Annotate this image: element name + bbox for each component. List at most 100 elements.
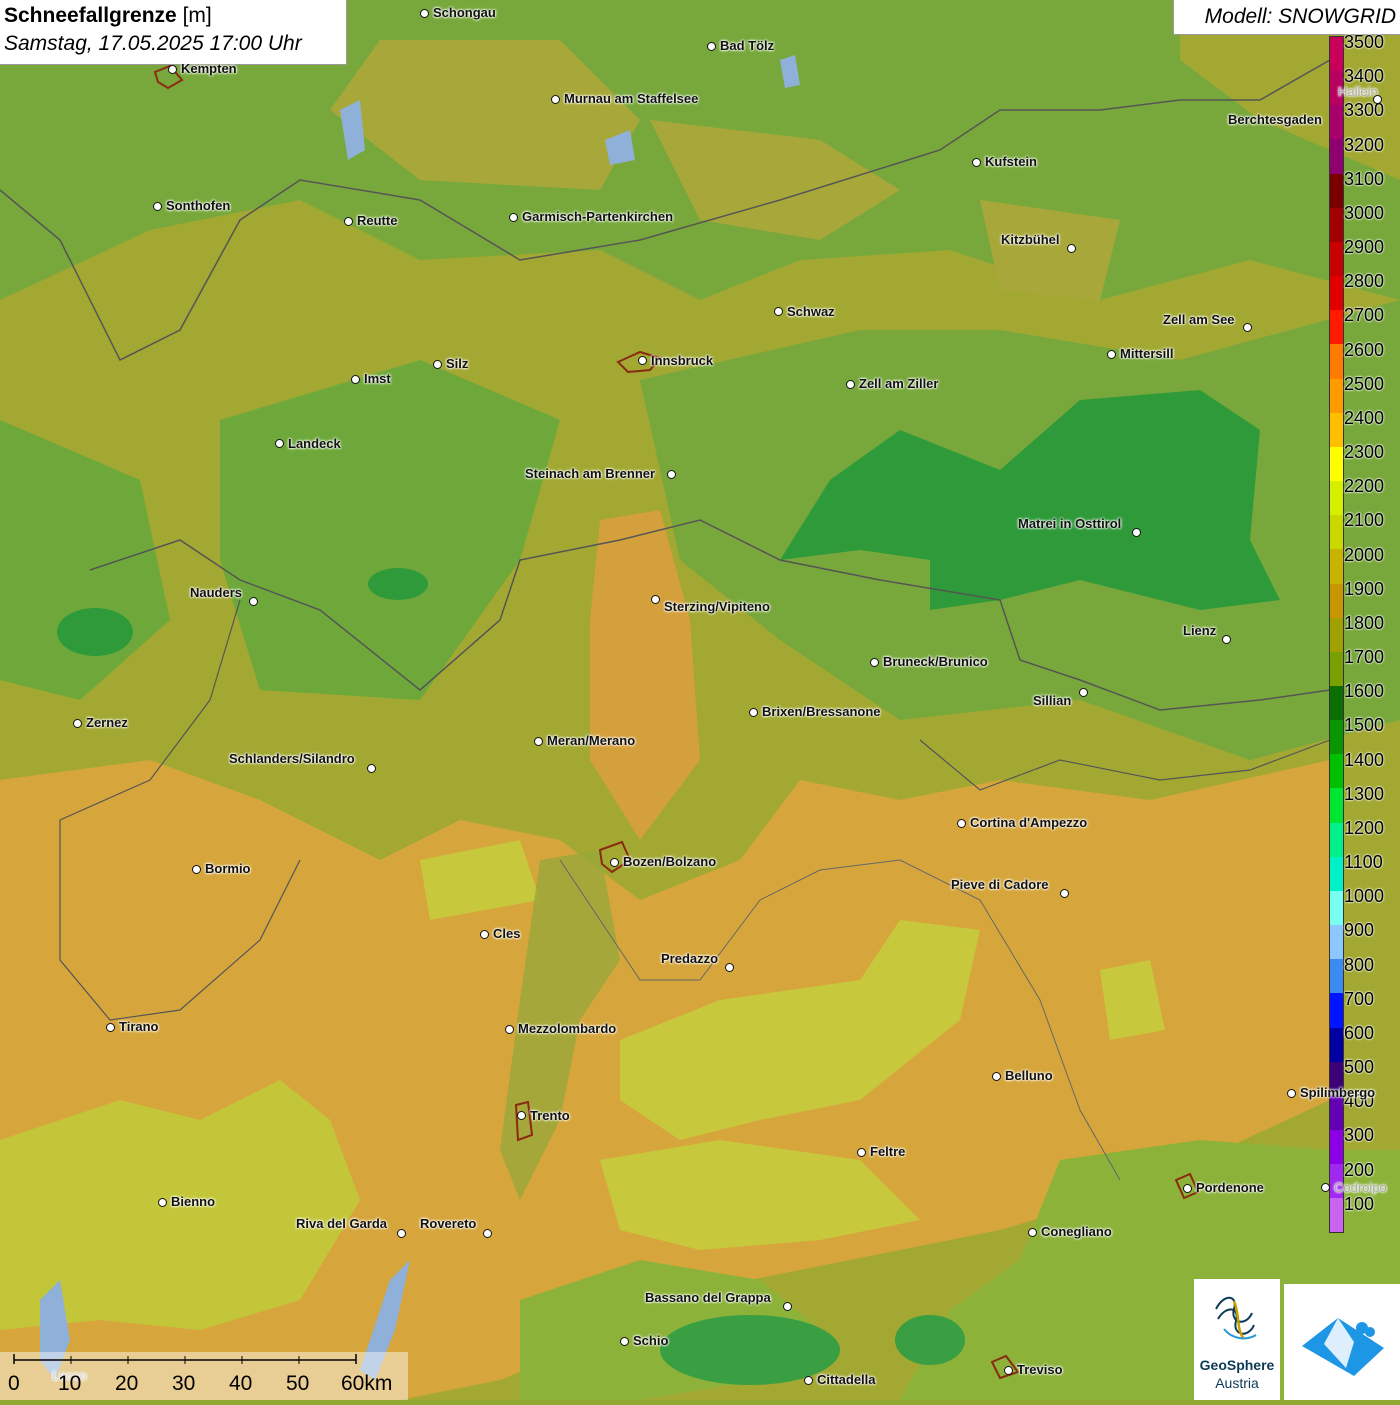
legend-color-cell xyxy=(1330,890,1343,926)
legend-label: 1500 xyxy=(1344,715,1385,736)
scale-label: 40 xyxy=(229,1372,253,1395)
city-label: Landeck xyxy=(288,436,341,451)
legend-label: 2800 xyxy=(1344,271,1385,292)
legend-label: 2100 xyxy=(1344,510,1385,531)
city-label: Imst xyxy=(364,371,391,386)
legend-label: 1100 xyxy=(1344,852,1383,873)
legend-label: 3100 xyxy=(1344,168,1385,189)
city-label: Schwaz xyxy=(787,304,835,319)
city-label: Innsbruck xyxy=(651,353,714,368)
city-label: Belluno xyxy=(1005,1068,1053,1083)
geosphere-swirl-icon xyxy=(1215,1296,1257,1340)
city-label: Berchtesgaden xyxy=(1228,112,1322,127)
legend-color-cell xyxy=(1330,276,1343,311)
city-label: Bruneck/Brunico xyxy=(883,654,988,669)
legend-color-cell xyxy=(1330,344,1343,379)
city-label: Predazzo xyxy=(661,951,719,966)
legend-label: 1200 xyxy=(1344,817,1385,838)
city-label: Rovereto xyxy=(420,1216,477,1231)
city-label: Feltre xyxy=(870,1144,906,1159)
legend-color-cell xyxy=(1330,788,1343,823)
scale-bar: 0 10 20 30 40 50 60km xyxy=(0,1352,408,1400)
legend-color-cell xyxy=(1330,754,1343,789)
legend-color-cell xyxy=(1330,925,1343,960)
legend-color-cell xyxy=(1330,173,1343,208)
scale-label: 10 xyxy=(58,1372,82,1395)
city-label: Sonthofen xyxy=(166,198,231,213)
legend-label: 2500 xyxy=(1344,373,1385,394)
legend-label: 1800 xyxy=(1344,612,1385,633)
city-label: Hallein xyxy=(1338,84,1378,99)
legend-label: 200 xyxy=(1344,1159,1375,1180)
model-box: Modell: SNOWGRID xyxy=(1173,0,1400,35)
city-label: Schio xyxy=(633,1333,669,1348)
legend-label: 600 xyxy=(1344,1022,1375,1043)
legend-color-cell xyxy=(1330,549,1343,584)
legend-color-cell xyxy=(1330,310,1343,345)
map-dark-green-region xyxy=(368,568,428,600)
city-label: Silz xyxy=(446,356,469,371)
legend-color-cell xyxy=(1330,1027,1343,1062)
city-label: Meran/Merano xyxy=(547,733,636,748)
legend-label: 500 xyxy=(1344,1057,1375,1078)
scale-label: 30 xyxy=(172,1372,196,1395)
legend-color-cell xyxy=(1330,651,1343,686)
scale-label: 0 xyxy=(8,1372,20,1395)
legend-label: 1700 xyxy=(1344,647,1385,668)
city-label: Bad Tölz xyxy=(720,38,775,53)
map-datetime: Samstag, 17.05.2025 17:00 Uhr xyxy=(4,32,302,55)
city-label: Pieve di Cadore xyxy=(951,877,1049,892)
legend-label: 1300 xyxy=(1344,783,1385,804)
scale-label: 60km xyxy=(341,1372,393,1395)
city-label: Bassano del Grappa xyxy=(645,1290,771,1305)
legend-color-cell xyxy=(1330,959,1343,994)
city-label: Bienno xyxy=(171,1194,216,1209)
legend-color-cell xyxy=(1330,481,1343,516)
map-dark-green-region xyxy=(895,1315,965,1365)
city-label: Matrei in Osttirol xyxy=(1018,516,1122,531)
legend-color-cell xyxy=(1330,37,1343,72)
legend-label: 300 xyxy=(1344,1125,1375,1146)
legend-color-cell xyxy=(1330,446,1343,482)
legend-label: 2300 xyxy=(1344,442,1385,463)
legend-label: 2900 xyxy=(1344,237,1385,258)
city-label: Brixen/Bressanone xyxy=(762,704,881,719)
city-label: Murnau am Staffelsee xyxy=(564,91,699,106)
city-label: Spilimbergo xyxy=(1300,1085,1376,1100)
city-label: Sterzing/Vipiteno xyxy=(664,599,770,614)
city-label: Pordenone xyxy=(1196,1180,1264,1195)
city-label: Treviso xyxy=(1017,1362,1063,1377)
legend-color-cell xyxy=(1330,1130,1343,1165)
legend-label: 2400 xyxy=(1344,407,1385,428)
city-label: Codroipo xyxy=(1334,1180,1387,1195)
city-label: Reutte xyxy=(357,213,398,228)
legend-color-cell xyxy=(1330,617,1343,652)
city-label: Lienz xyxy=(1183,623,1217,638)
city-label: Conegliano xyxy=(1041,1224,1112,1239)
legend-color-cell xyxy=(1330,241,1343,277)
city-label: Steinach am Brenner xyxy=(525,466,656,481)
city-label: Riva del Garda xyxy=(296,1216,388,1231)
legend-color-cell xyxy=(1330,139,1343,174)
geosphere-logo[interactable]: GeoSphere Austria xyxy=(1194,1279,1280,1400)
geosphere-logo-line1: GeoSphere xyxy=(1199,1357,1275,1373)
mountain-cloud-icon xyxy=(1302,1318,1384,1376)
legend-color-cell xyxy=(1330,583,1343,618)
legend-label: 1000 xyxy=(1344,886,1385,907)
legend-label: 3500 xyxy=(1344,32,1385,52)
legend-label: 2700 xyxy=(1344,305,1385,326)
legend-color-cell xyxy=(1330,515,1343,550)
legend-color-cell xyxy=(1330,685,1343,721)
legend-label: 2600 xyxy=(1344,339,1385,360)
legend-color-cell xyxy=(1330,1198,1343,1233)
scale-label: 20 xyxy=(115,1372,139,1395)
city-label: Sillian xyxy=(1033,693,1072,708)
model-label: Modell: SNOWGRID xyxy=(1204,5,1396,28)
title-box: Schneefallgrenze [m] Samstag, 17.05.2025… xyxy=(0,0,347,65)
city-label: Mittersill xyxy=(1120,346,1174,361)
legend-color-cell xyxy=(1330,822,1343,857)
scale-label: 50 xyxy=(286,1372,310,1395)
app-logo[interactable] xyxy=(1284,1284,1400,1400)
city-label: Mezzolombardo xyxy=(518,1021,617,1036)
city-label: Kufstein xyxy=(985,154,1037,169)
